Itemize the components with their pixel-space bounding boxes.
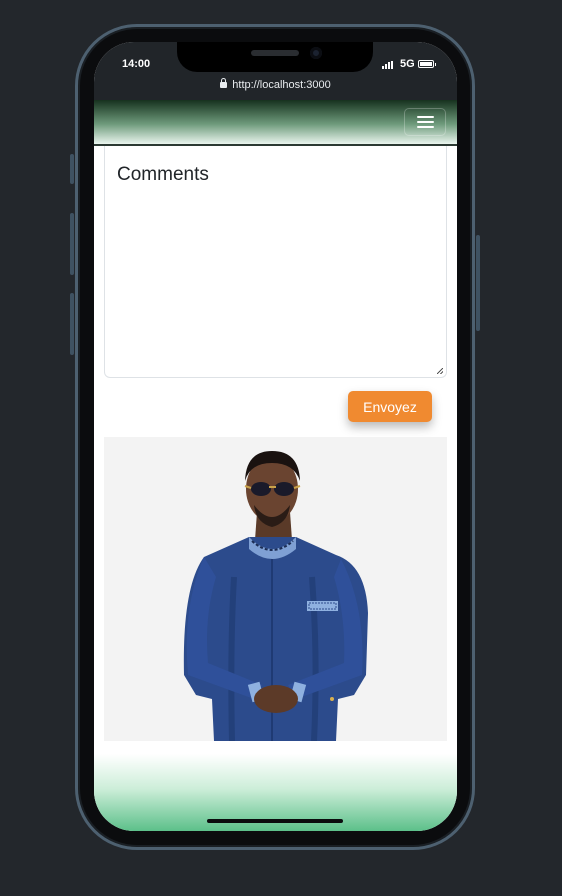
side-button [70, 154, 74, 184]
model-photo-illustration [183, 451, 368, 741]
notch [177, 42, 373, 72]
camera-icon [310, 47, 322, 59]
status-bar: 14:00 5G http://localhost:3000 [94, 42, 457, 100]
battery-icon [418, 60, 436, 68]
power-button [476, 235, 480, 331]
signal-icon [382, 61, 395, 69]
volume-up-button [70, 213, 74, 275]
network-type: 5G [400, 58, 415, 70]
address-bar[interactable]: http://localhost:3000 [94, 78, 457, 91]
menu-toggle-button[interactable] [404, 108, 446, 136]
navbar [94, 100, 457, 146]
lock-icon [220, 78, 228, 88]
resize-handle-icon[interactable] [437, 368, 443, 374]
home-indicator[interactable] [207, 819, 343, 823]
phone-screen: 14:00 5G http://localhost:3000 Comments … [94, 42, 457, 831]
product-photo [104, 437, 447, 741]
url-text: http://localhost:3000 [232, 79, 331, 91]
comments-placeholder: Comments [117, 164, 209, 185]
volume-down-button [70, 293, 74, 355]
send-button[interactable]: Envoyez [348, 391, 432, 422]
comments-textarea[interactable]: Comments [104, 146, 447, 378]
speaker-grille [251, 50, 299, 56]
clock: 14:00 [122, 58, 151, 70]
